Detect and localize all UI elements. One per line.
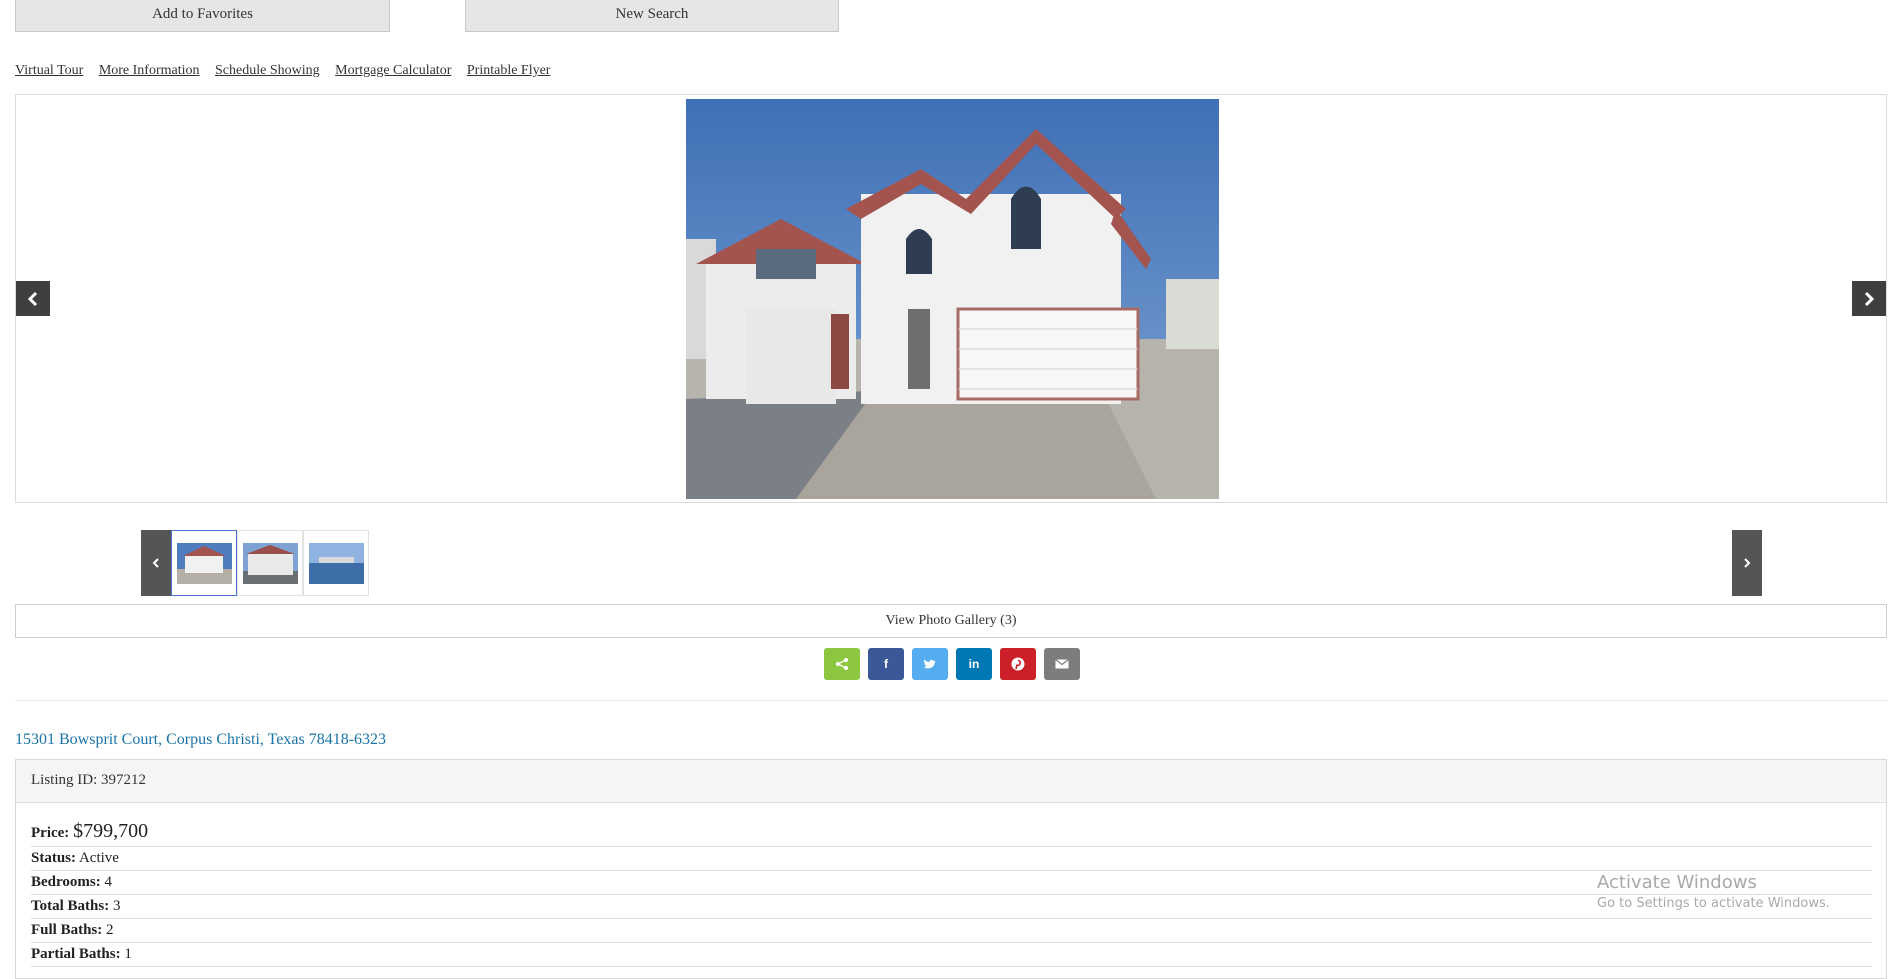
section-divider — [15, 700, 1887, 701]
price-value: $799,700 — [73, 820, 149, 842]
facebook-share-button[interactable]: f — [868, 648, 904, 680]
activate-windows-watermark: Activate Windows Go to Settings to activ… — [1597, 872, 1830, 911]
photo-slider — [15, 94, 1887, 503]
status-value: Active — [78, 850, 119, 866]
thumbnail-3[interactable] — [303, 530, 369, 596]
chevron-right-icon — [1744, 558, 1751, 568]
slider-next-button[interactable] — [1852, 281, 1886, 316]
partial-baths-value: 1 — [124, 946, 132, 962]
thumbnail-2[interactable] — [237, 530, 303, 596]
printable-flyer-link[interactable]: Printable Flyer — [467, 63, 551, 78]
listing-details-panel: Listing ID: 397212 Price: $799,700 Statu… — [15, 759, 1887, 979]
bedrooms-row: Bedrooms: 4 — [31, 871, 1872, 895]
chevron-left-icon — [152, 558, 159, 568]
main-listing-photo — [686, 99, 1219, 499]
email-share-button[interactable] — [1044, 648, 1080, 680]
partial-baths-label: Partial Baths: — [31, 946, 121, 962]
watermark-subtitle: Go to Settings to activate Windows. — [1597, 896, 1830, 911]
full-baths-label: Full Baths: — [31, 922, 103, 938]
status-row: Status: Active — [31, 847, 1872, 871]
thumbnail-waterfront — [308, 542, 364, 584]
thumbnail-prev-button[interactable] — [141, 530, 171, 596]
share-icon — [836, 658, 848, 670]
property-address-link[interactable]: 15301 Bowsprit Court, Corpus Christi, Te… — [15, 731, 386, 749]
chevron-right-icon — [1864, 291, 1875, 306]
linkedin-share-button[interactable]: in — [956, 648, 992, 680]
thumbnail-next-button[interactable] — [1732, 530, 1762, 596]
bedrooms-value: 4 — [104, 874, 112, 890]
price-row: Price: $799,700 — [31, 817, 1872, 847]
facebook-icon: f — [884, 657, 888, 671]
slider-prev-button[interactable] — [16, 281, 50, 316]
total-baths-value: 3 — [112, 898, 121, 914]
bedrooms-label: Bedrooms: — [31, 874, 101, 890]
pinterest-icon — [1011, 657, 1025, 671]
listing-id: Listing ID: 397212 — [16, 760, 1886, 803]
thumbnail-1[interactable] — [171, 530, 237, 596]
more-information-link[interactable]: More Information — [99, 63, 200, 78]
price-label: Price: — [31, 825, 70, 841]
full-baths-value: 2 — [106, 922, 114, 938]
status-label: Status: — [31, 850, 77, 866]
share-button[interactable] — [824, 648, 860, 680]
partial-baths-row: Partial Baths: 1 — [31, 943, 1872, 967]
full-baths-row: Full Baths: 2 — [31, 919, 1872, 943]
twitter-icon — [923, 659, 936, 669]
new-search-button[interactable]: New Search — [465, 0, 839, 32]
virtual-tour-link[interactable]: Virtual Tour — [15, 63, 83, 78]
twitter-share-button[interactable] — [912, 648, 948, 680]
thumbnail-strip — [141, 530, 1762, 596]
mortgage-calculator-link[interactable]: Mortgage Calculator — [335, 63, 451, 78]
add-to-favorites-button[interactable]: Add to Favorites — [15, 0, 390, 32]
email-icon — [1055, 659, 1069, 669]
view-photo-gallery-button[interactable]: View Photo Gallery (3) — [15, 604, 1887, 638]
chevron-left-icon — [27, 291, 38, 306]
thumbnail-house-back — [242, 542, 298, 584]
watermark-title: Activate Windows — [1597, 872, 1757, 893]
pinterest-share-button[interactable] — [1000, 648, 1036, 680]
thumbnail-house-front — [176, 542, 232, 584]
linkedin-icon: in — [968, 657, 980, 671]
total-baths-label: Total Baths: — [31, 898, 110, 914]
total-baths-row: Total Baths: 3 — [31, 895, 1872, 919]
schedule-showing-link[interactable]: Schedule Showing — [215, 63, 320, 78]
listing-links: Virtual Tour More Information Schedule S… — [15, 63, 562, 79]
